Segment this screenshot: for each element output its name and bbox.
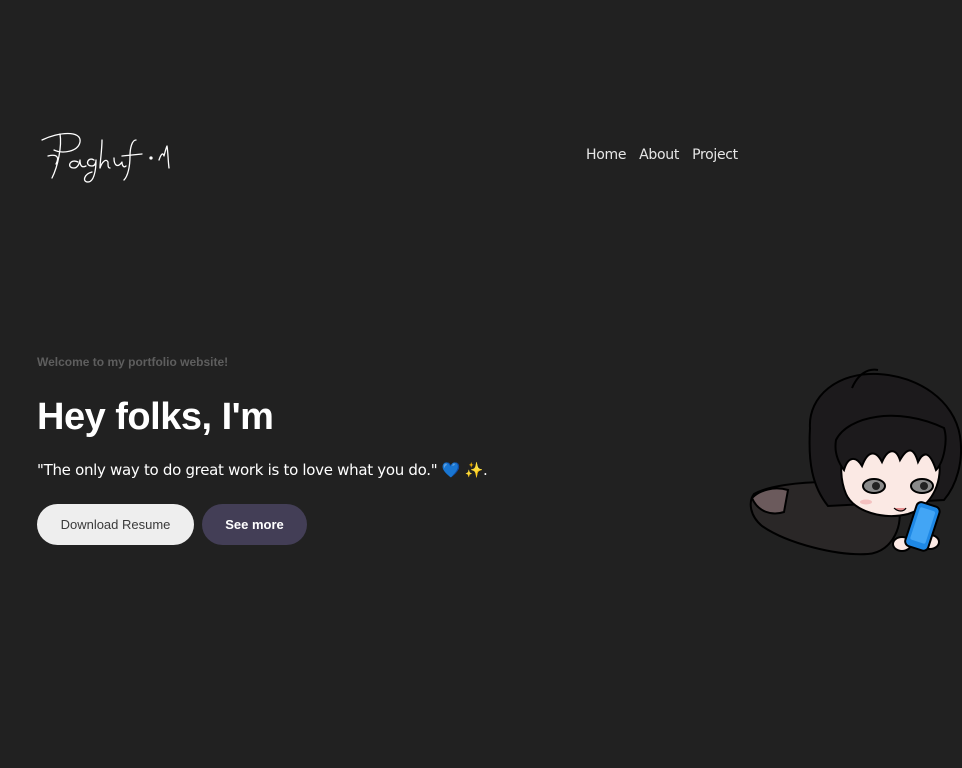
portfolio-page: Home About Project Welcome to my portfol… — [0, 0, 962, 768]
hero-buttons: Download Resume See more — [37, 504, 307, 545]
hero-headline: Hey folks, I'm — [37, 396, 274, 438]
nav-item-about[interactable]: About — [639, 147, 679, 163]
welcome-text: Welcome to my portfolio website! — [37, 355, 229, 369]
see-more-button[interactable]: See more — [202, 504, 307, 545]
quote-text: "The only way to do great work is to lov… — [37, 461, 438, 479]
main-nav: Home About Project — [586, 147, 738, 163]
blue-heart-icon: 💙 — [441, 461, 461, 479]
chibi-avatar-icon — [749, 368, 962, 556]
download-resume-button[interactable]: Download Resume — [37, 504, 194, 545]
hero-quote: "The only way to do great work is to lov… — [37, 461, 488, 479]
signature-logo[interactable] — [38, 126, 178, 188]
nav-item-home[interactable]: Home — [586, 147, 626, 163]
quote-end: . — [483, 461, 488, 479]
nav-item-project[interactable]: Project — [692, 147, 738, 163]
sparkles-icon: ✨ — [464, 461, 484, 479]
